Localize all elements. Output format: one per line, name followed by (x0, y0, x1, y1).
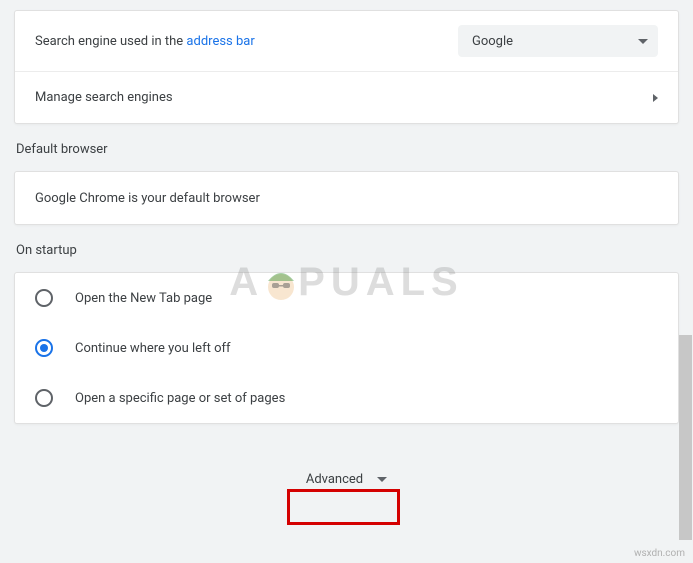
advanced-label: Advanced (306, 472, 363, 487)
default-browser-heading: Default browser (16, 142, 679, 157)
default-browser-card: Google Chrome is your default browser (14, 171, 679, 225)
search-engine-selected: Google (472, 34, 513, 49)
search-engine-label: Search engine used in the address bar (35, 34, 458, 49)
default-browser-row: Google Chrome is your default browser (15, 172, 678, 224)
startup-option-label: Open the New Tab page (75, 291, 212, 306)
search-engine-select[interactable]: Google (458, 25, 658, 57)
chevron-down-icon (638, 39, 648, 44)
search-engine-label-text: Search engine used in the (35, 34, 186, 49)
search-engine-row: Search engine used in the address bar Go… (15, 11, 678, 71)
address-bar-link[interactable]: address bar (186, 34, 254, 49)
radio-checked-icon (35, 339, 53, 357)
scrollbar-thumb[interactable] (679, 335, 692, 540)
chevron-right-icon (653, 94, 658, 102)
startup-option-specific[interactable]: Open a specific page or set of pages (15, 373, 678, 423)
advanced-section: Advanced (14, 442, 679, 525)
radio-unchecked-icon (35, 289, 53, 307)
startup-option-label: Open a specific page or set of pages (75, 391, 285, 406)
settings-page: Search engine used in the address bar Go… (0, 0, 693, 563)
chevron-down-icon (377, 477, 387, 482)
startup-option-label: Continue where you left off (75, 341, 231, 356)
startup-option-continue[interactable]: Continue where you left off (15, 323, 678, 373)
radio-unchecked-icon (35, 389, 53, 407)
search-engine-card: Search engine used in the address bar Go… (14, 10, 679, 124)
on-startup-card: Open the New Tab page Continue where you… (14, 272, 679, 424)
on-startup-heading: On startup (16, 243, 679, 258)
manage-search-engines-row[interactable]: Manage search engines (15, 71, 678, 123)
credit-text: wsxdn.com (634, 548, 685, 559)
advanced-button[interactable]: Advanced (292, 464, 401, 495)
default-browser-status: Google Chrome is your default browser (35, 191, 658, 206)
startup-option-new-tab[interactable]: Open the New Tab page (15, 273, 678, 323)
manage-search-engines-label: Manage search engines (35, 90, 653, 105)
radio-dot-icon (40, 344, 48, 352)
